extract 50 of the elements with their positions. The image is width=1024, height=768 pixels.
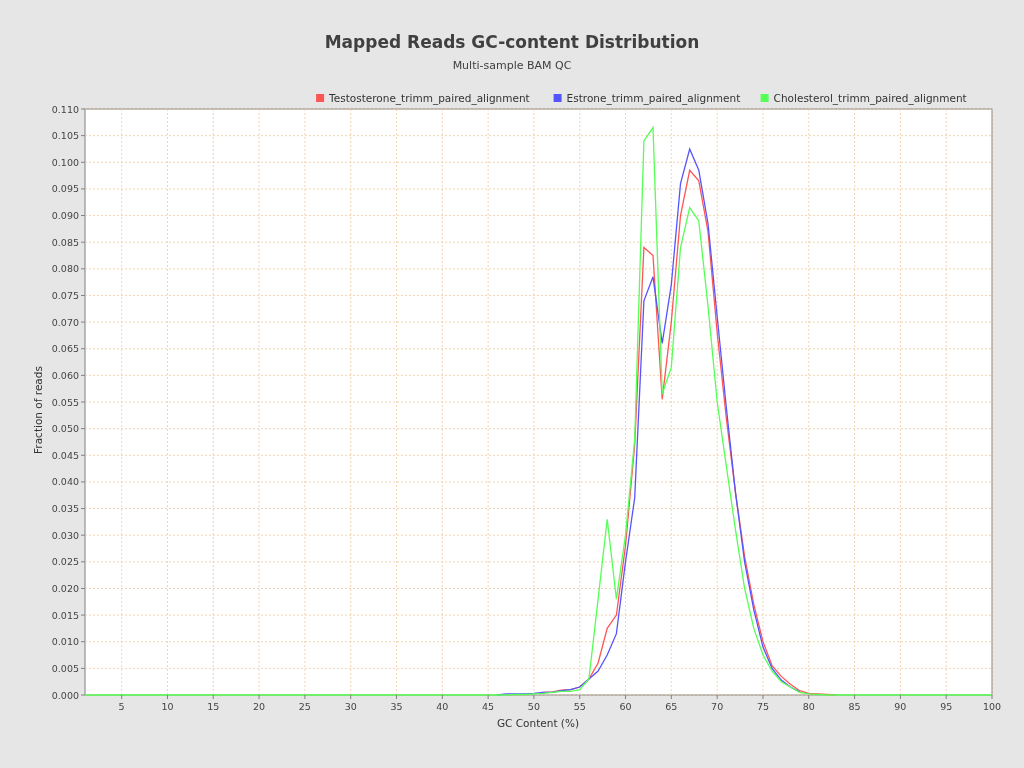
y-tick-label: 0.000 bbox=[51, 689, 79, 701]
legend-label: Estrone_trimm_paired_alignment bbox=[566, 92, 741, 104]
x-tick-label: 15 bbox=[207, 701, 220, 712]
y-tick-label: 0.110 bbox=[51, 103, 79, 115]
legend-label: Testosterone_trimm_paired_alignment bbox=[329, 92, 530, 104]
y-tick-label: 0.090 bbox=[51, 210, 79, 222]
y-tick-label: 0.045 bbox=[51, 449, 79, 461]
y-tick-label: 0.005 bbox=[51, 662, 79, 674]
y-tick-label: 0.020 bbox=[51, 582, 79, 594]
x-tick-label: 5 bbox=[118, 701, 125, 712]
x-tick-label: 45 bbox=[482, 701, 495, 712]
x-tick-label: 10 bbox=[161, 701, 174, 712]
y-tick-label: 0.050 bbox=[51, 423, 79, 435]
x-tick-label: 25 bbox=[298, 701, 311, 712]
y-tick-label: 0.100 bbox=[51, 156, 79, 168]
y-tick-label: 0.040 bbox=[51, 476, 79, 488]
y-tick-label: 0.025 bbox=[51, 556, 79, 568]
x-tick-label: 80 bbox=[802, 701, 815, 712]
x-tick-label: 20 bbox=[253, 701, 266, 712]
x-tick-label: 35 bbox=[390, 701, 403, 712]
x-tick-label: 75 bbox=[756, 701, 769, 712]
chart-title: Mapped Reads GC-content Distribution bbox=[324, 32, 700, 52]
y-tick-label: 0.080 bbox=[51, 263, 79, 275]
chart-subtitle: Multi-sample BAM QC bbox=[452, 59, 572, 72]
y-tick-label: 0.105 bbox=[51, 130, 79, 142]
y-tick-label: 0.060 bbox=[51, 369, 79, 381]
y-tick-label: 0.065 bbox=[51, 343, 79, 355]
x-tick-label: 100 bbox=[982, 701, 1002, 712]
y-tick-label: 0.055 bbox=[51, 396, 79, 408]
y-tick-label: 0.070 bbox=[51, 316, 79, 328]
y-tick-label: 0.030 bbox=[51, 529, 79, 541]
x-tick-label: 60 bbox=[619, 701, 632, 712]
y-tick-label: 0.075 bbox=[51, 289, 79, 301]
legend-label: Cholesterol_trimm_paired_alignment bbox=[773, 92, 967, 104]
x-tick-label: 65 bbox=[665, 701, 678, 712]
x-tick-label: 50 bbox=[527, 701, 540, 712]
x-tick-label: 55 bbox=[573, 701, 586, 712]
x-tick-label: 85 bbox=[848, 701, 861, 712]
y-tick-label: 0.010 bbox=[51, 636, 79, 648]
x-tick-label: 90 bbox=[894, 701, 907, 712]
x-tick-label: 70 bbox=[711, 701, 724, 712]
y-tick-label: 0.015 bbox=[51, 609, 79, 621]
x-axis-label: GC Content (%) bbox=[496, 717, 580, 729]
y-tick-label: 0.035 bbox=[51, 503, 79, 515]
y-tick-label: 0.085 bbox=[51, 236, 79, 248]
y-tick-label: 0.095 bbox=[51, 183, 79, 195]
x-tick-label: 30 bbox=[344, 701, 357, 712]
x-tick-label: 40 bbox=[436, 701, 449, 712]
y-axis-label: Fraction of reads bbox=[32, 366, 44, 454]
x-tick-label: 95 bbox=[940, 701, 953, 712]
